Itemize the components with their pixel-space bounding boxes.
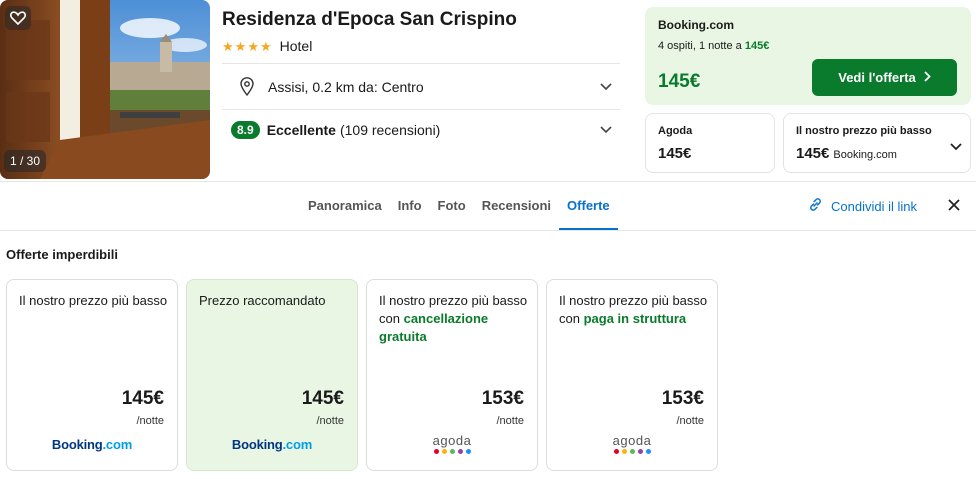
offer-description-text: Il nostro prezzo più basso: [19, 293, 168, 308]
review-score-badge: 8.9: [231, 121, 260, 139]
review-score-word: Eccellente: [266, 122, 336, 138]
booking-logo: Booking.com: [51, 437, 133, 452]
offer-card-recommended[interactable]: Prezzo raccomandato 145€ /notte Booking.…: [186, 279, 358, 471]
offer-description-text: Prezzo raccomandato: [199, 293, 326, 308]
offer-unit: /notte: [136, 415, 164, 427]
location-text: Assisi, 0.2 km da: Centro: [268, 78, 424, 95]
star-icon: ★: [259, 38, 272, 54]
offer-unit: /notte: [496, 415, 524, 427]
agoda-logo: agoda: [547, 434, 717, 454]
favorite-button[interactable]: [5, 6, 31, 30]
offer-highlight: paga in struttura: [583, 311, 687, 326]
tab-info[interactable]: Info: [390, 182, 430, 230]
close-icon: [948, 198, 960, 215]
tab-bar: Panoramica Info Foto Recensioni Offerte …: [0, 181, 976, 231]
offer-unit: /notte: [316, 415, 344, 427]
location-row[interactable]: Assisi, 0.2 km da: Centro: [222, 63, 620, 110]
agoda-deal-title: Agoda: [658, 125, 693, 137]
hotel-rating-row: ★ ★ ★ ★ Hotel: [222, 38, 312, 54]
offer-price: 153€: [481, 388, 524, 409]
review-count: (109 recensioni): [339, 122, 441, 138]
lowest-price-price: 145€ Booking.com: [796, 145, 897, 162]
view-deal-label: Vedi l'offerta: [838, 70, 916, 85]
lowest-price-value: 145€: [796, 145, 830, 162]
chevron-down-icon: [950, 138, 962, 156]
tab-offerte[interactable]: Offerte: [559, 182, 618, 230]
offer-card-lowest[interactable]: Il nostro prezzo più basso 145€ /notte B…: [6, 279, 178, 471]
offer-price: 145€: [121, 388, 164, 409]
tabs: Panoramica Info Foto Recensioni Offerte: [300, 182, 618, 230]
main-deal-subtitle: 4 ospiti, 1 notte a 145€: [658, 40, 769, 52]
offer-description: Il nostro prezzo più basso con paga in s…: [559, 292, 709, 328]
photo-counter: 1 / 30: [4, 150, 47, 172]
tab-panoramica[interactable]: Panoramica: [300, 182, 390, 230]
hotel-photo[interactable]: 1 / 30: [0, 0, 210, 179]
share-link-label: Condividi il link: [831, 198, 917, 214]
chevron-down-icon: [600, 78, 612, 96]
agoda-deal-price: 145€: [658, 145, 691, 162]
offer-price: 153€: [661, 388, 704, 409]
agoda-deal-card[interactable]: Agoda 145€: [645, 113, 775, 173]
location-pin-icon: [238, 77, 256, 97]
lowest-price-title: Il nostro prezzo più basso: [796, 125, 932, 137]
tab-foto[interactable]: Foto: [430, 182, 474, 230]
offer-unit: /notte: [676, 415, 704, 427]
main-deal-card[interactable]: Booking.com 4 ospiti, 1 notte a 145€ 145…: [645, 7, 971, 105]
reviews-row[interactable]: 8.9 Eccellente (109 recensioni): [222, 110, 620, 150]
offer-description: Il nostro prezzo più basso con cancellaz…: [379, 292, 529, 346]
link-icon: [808, 197, 823, 215]
offers-section-title: Offerte imperdibili: [6, 247, 118, 262]
offer-description: Prezzo raccomandato: [199, 292, 349, 310]
agoda-logo: agoda: [367, 434, 537, 454]
hotel-name: Residenza d'Epoca San Crispino: [222, 9, 517, 30]
offer-price: 145€: [301, 388, 344, 409]
hotel-stars: ★ ★ ★ ★: [222, 40, 272, 53]
agoda-deal-price-value: 145€: [658, 145, 692, 162]
booking-logo: Booking.com: [231, 437, 313, 452]
main-deal-site: Booking.com: [658, 18, 735, 32]
lowest-price-card[interactable]: Il nostro prezzo più basso 145€ Booking.c…: [783, 113, 971, 173]
view-deal-button[interactable]: Vedi l'offerta: [812, 59, 957, 96]
hotel-type: Hotel: [279, 38, 313, 54]
main-deal-subtitle-text: 4 ospiti, 1 notte a: [658, 40, 742, 52]
offer-card-free-cancellation[interactable]: Il nostro prezzo più basso con cancellaz…: [366, 279, 538, 471]
tab-recensioni[interactable]: Recensioni: [474, 182, 559, 230]
star-icon: ★: [247, 38, 259, 54]
chevron-right-icon: [924, 70, 931, 85]
chevron-down-icon: [600, 121, 612, 139]
close-button[interactable]: [948, 198, 960, 216]
share-link-button[interactable]: Condividi il link: [808, 197, 917, 215]
offer-card-pay-at-property[interactable]: Il nostro prezzo più basso con paga in s…: [546, 279, 718, 471]
lowest-price-site: Booking.com: [833, 149, 897, 161]
offer-description: Il nostro prezzo più basso: [19, 292, 169, 310]
heart-icon: [10, 11, 26, 25]
star-icon: ★: [222, 38, 234, 54]
star-icon: ★: [234, 38, 247, 54]
main-deal-subtitle-price: 145€: [744, 40, 770, 52]
main-deal-price: 145€: [658, 71, 701, 92]
